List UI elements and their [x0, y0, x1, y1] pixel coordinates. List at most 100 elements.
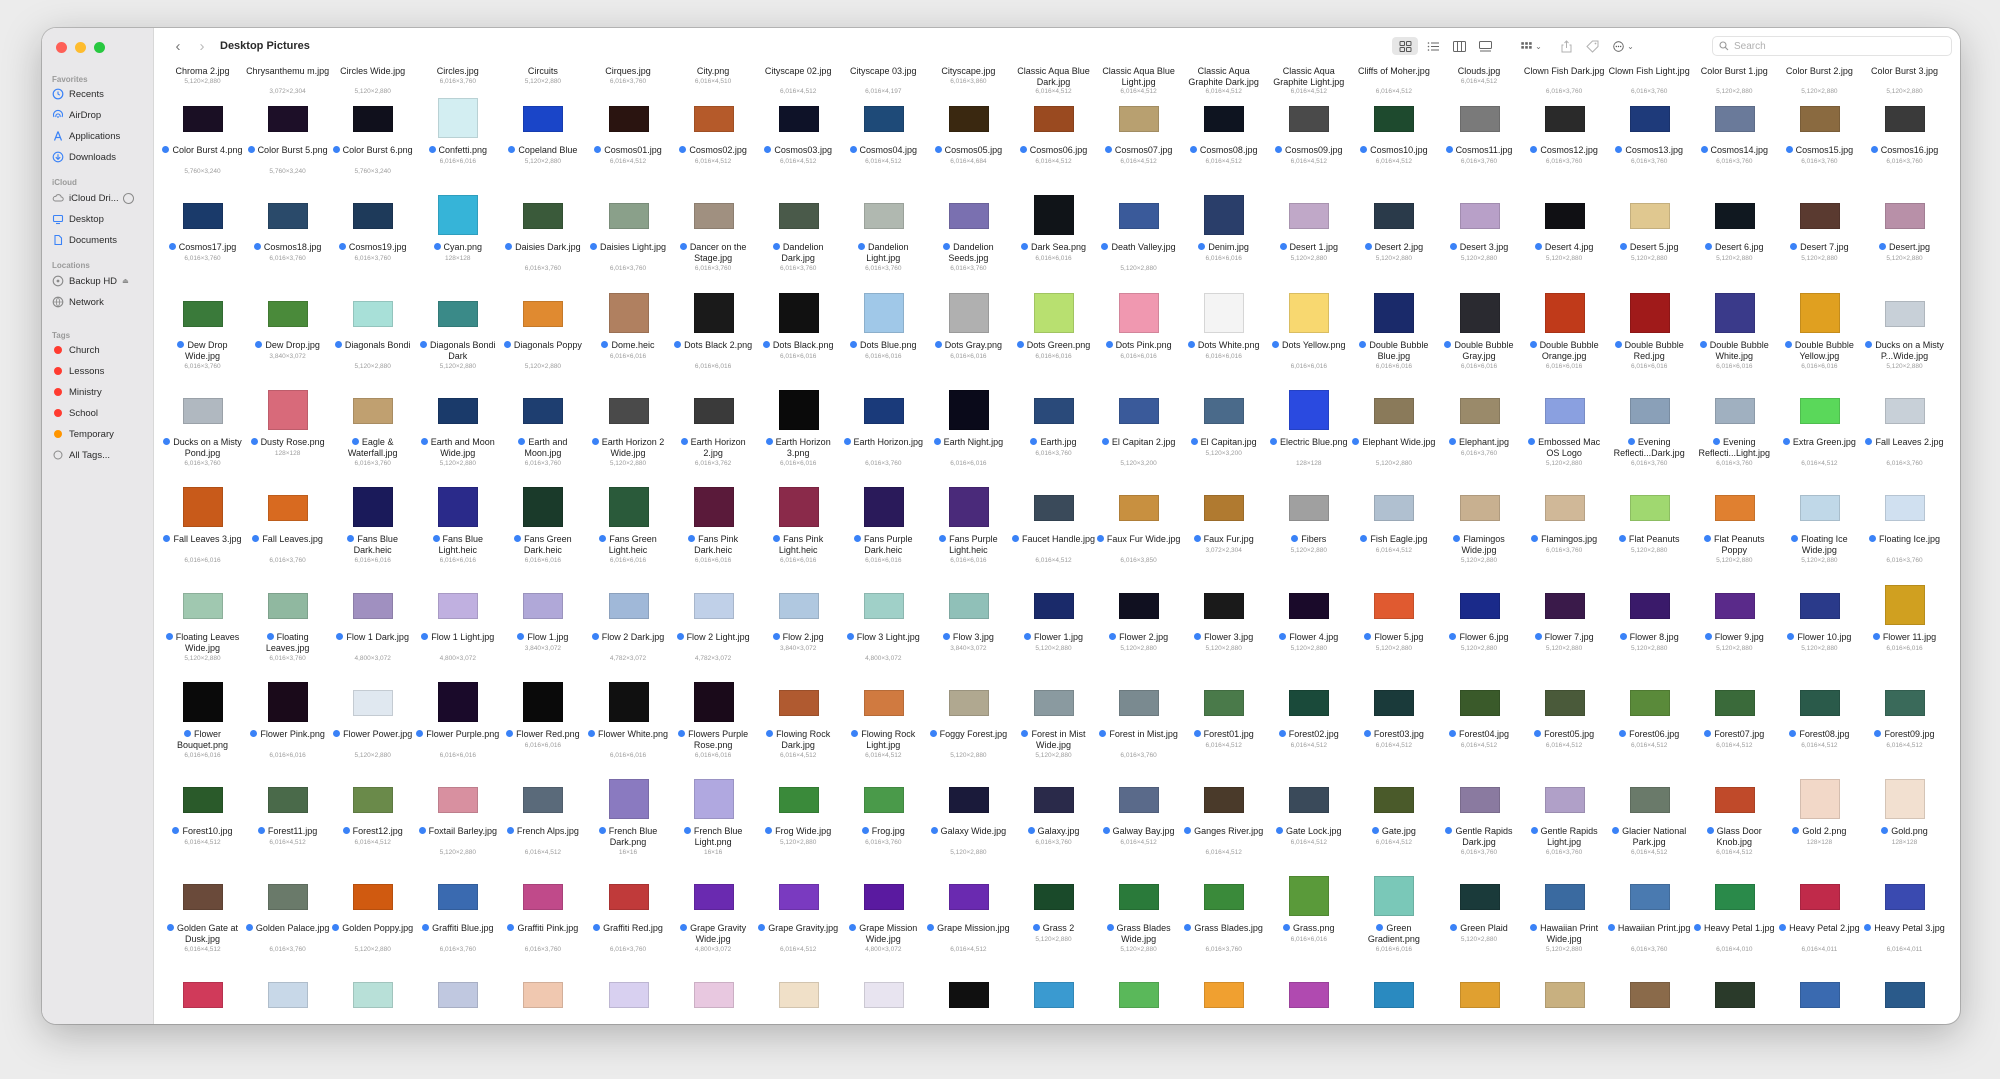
- file-item-partial[interactable]: [1522, 974, 1607, 1024]
- file-item[interactable]: Gentle Rapids Dark.jpg 6,016×3,760: [1437, 779, 1522, 876]
- image-thumbnail[interactable]: [1034, 689, 1074, 716]
- file-item[interactable]: Flower 6.jpg 5,120×2,880: [1437, 585, 1522, 682]
- image-thumbnail[interactable]: [1799, 689, 1840, 716]
- image-thumbnail[interactable]: [1374, 292, 1415, 333]
- file-item[interactable]: Dots White.png 6,016×6,016: [1181, 292, 1266, 390]
- file-item[interactable]: Foxtail Barley.jpg 5,120×2,880: [415, 779, 500, 876]
- file-item[interactable]: Cyan.png 128×128: [415, 195, 500, 292]
- file-item[interactable]: Earth and Moon Wide.jpg 5,120×2,880: [415, 390, 500, 487]
- file-item-partial[interactable]: [1777, 974, 1862, 1024]
- image-thumbnail[interactable]: [778, 292, 819, 333]
- file-item[interactable]: Desert 3.jpg 5,120×2,880: [1437, 195, 1522, 292]
- image-thumbnail[interactable]: [948, 389, 989, 430]
- image-thumbnail[interactable]: [1885, 689, 1925, 716]
- file-item[interactable]: Desert 1.jpg 5,120×2,880: [1266, 195, 1351, 292]
- image-thumbnail[interactable]: [948, 106, 989, 132]
- file-item[interactable]: Grape Mission Wide.jpg 4,800×3,072: [841, 876, 926, 973]
- file-item[interactable]: Chroma 2.jpg 5,120×2,880: [160, 66, 245, 96]
- close-window-button[interactable]: [56, 42, 67, 53]
- image-thumbnail[interactable]: [1119, 106, 1160, 132]
- file-item[interactable]: Forest09.jpg 6,016×4,512: [1862, 682, 1947, 779]
- file-item[interactable]: Evening Reflecti...Dark.jpg 6,016×3,760: [1607, 390, 1692, 487]
- file-item[interactable]: Golden Gate at Dusk.jpg 6,016×4,512: [160, 876, 245, 973]
- file-item[interactable]: Cosmos01.jpg 6,016×4,512: [586, 98, 671, 195]
- image-thumbnail[interactable]: [1289, 787, 1330, 814]
- file-item[interactable]: Desert.jpg 5,120×2,880: [1862, 195, 1947, 292]
- image-thumbnail[interactable]: [523, 487, 564, 528]
- image-thumbnail[interactable]: [1799, 495, 1840, 522]
- file-item[interactable]: Fans Pink Dark.heic 6,016×6,016: [671, 487, 756, 584]
- image-thumbnail[interactable]: [1119, 292, 1160, 333]
- file-item[interactable]: Galaxy Wide.jpg 5,120×2,880: [926, 779, 1011, 876]
- image-thumbnail[interactable]: [948, 592, 989, 619]
- image-thumbnail[interactable]: [1799, 779, 1840, 820]
- image-thumbnail[interactable]: [353, 981, 394, 1008]
- image-thumbnail[interactable]: [353, 592, 394, 619]
- file-item[interactable]: Galaxy.jpg 6,016×3,760: [1011, 779, 1096, 876]
- image-thumbnail[interactable]: [1885, 397, 1925, 424]
- file-item[interactable]: Golden Poppy.jpg 5,120×2,880: [330, 876, 415, 973]
- image-thumbnail[interactable]: [523, 203, 564, 230]
- file-item[interactable]: Cosmos02.jpg 6,016×4,512: [671, 98, 756, 195]
- file-item[interactable]: Galway Bay.jpg 6,016×4,512: [1096, 779, 1181, 876]
- file-item[interactable]: Faucet Handle.jpg 6,016×4,512: [1011, 487, 1096, 584]
- image-thumbnail[interactable]: [1885, 495, 1925, 522]
- image-thumbnail[interactable]: [1204, 292, 1245, 333]
- image-thumbnail[interactable]: [693, 592, 734, 619]
- image-thumbnail[interactable]: [1885, 300, 1925, 327]
- image-thumbnail[interactable]: [948, 981, 989, 1008]
- image-thumbnail[interactable]: [1714, 689, 1755, 716]
- file-item[interactable]: Dots Gray.png 6,016×6,016: [926, 292, 1011, 390]
- file-item[interactable]: Flower 2.jpg 5,120×2,880: [1096, 585, 1181, 682]
- image-thumbnail[interactable]: [1119, 397, 1160, 424]
- image-thumbnail[interactable]: [778, 592, 819, 619]
- file-item[interactable]: Grape Gravity Wide.jpg 4,800×3,072: [671, 876, 756, 973]
- file-item[interactable]: Forest07.jpg 6,016×4,512: [1692, 682, 1777, 779]
- file-item[interactable]: Dome.heic 6,016×6,016: [586, 292, 671, 390]
- image-thumbnail[interactable]: [438, 300, 479, 327]
- image-thumbnail[interactable]: [523, 106, 564, 132]
- image-thumbnail[interactable]: [1459, 106, 1500, 132]
- file-item[interactable]: Grass 2 5,120×2,880: [1011, 876, 1096, 973]
- file-item[interactable]: Flower Power.jpg 5,120×2,880: [330, 682, 415, 779]
- sidebar-item-airdrop[interactable]: AirDrop: [52, 107, 146, 123]
- image-thumbnail[interactable]: [693, 487, 734, 528]
- file-item-partial[interactable]: [1607, 974, 1692, 1024]
- image-thumbnail[interactable]: [1034, 397, 1074, 424]
- file-item[interactable]: Clown Fish Light.jpg 6,016×3,760: [1607, 66, 1692, 96]
- image-thumbnail[interactable]: [523, 787, 564, 814]
- file-item[interactable]: Desert 4.jpg 5,120×2,880: [1522, 195, 1607, 292]
- file-item-partial[interactable]: [926, 974, 1011, 1024]
- image-thumbnail[interactable]: [1544, 106, 1585, 132]
- back-button[interactable]: ‹: [170, 38, 186, 55]
- image-thumbnail[interactable]: [438, 787, 479, 814]
- image-thumbnail[interactable]: [1119, 884, 1160, 911]
- image-thumbnail[interactable]: [1544, 884, 1585, 911]
- image-thumbnail[interactable]: [438, 195, 479, 236]
- file-item[interactable]: Floating Leaves.jpg 6,016×3,760: [245, 585, 330, 682]
- file-item[interactable]: French Blue Dark.png 16×16: [586, 779, 671, 876]
- file-item[interactable]: City.png 6,016×4,510: [671, 66, 756, 96]
- file-item[interactable]: Extra Green.jpg 6,016×4,512: [1777, 390, 1862, 487]
- image-thumbnail[interactable]: [1289, 495, 1330, 522]
- image-thumbnail[interactable]: [523, 397, 564, 424]
- file-item[interactable]: Double Bubble Blue.jpg 6,016×6,016: [1351, 292, 1436, 390]
- file-item[interactable]: Fall Leaves 2.jpg 6,016×3,760: [1862, 390, 1947, 487]
- file-item-partial[interactable]: [756, 974, 841, 1024]
- file-item[interactable]: Dandelion Seeds.jpg 6,016×3,760: [926, 195, 1011, 292]
- image-thumbnail[interactable]: [948, 787, 989, 814]
- forward-button[interactable]: ›: [194, 38, 210, 55]
- file-item[interactable]: Gold.png 128×128: [1862, 779, 1947, 876]
- file-item[interactable]: Flowing Rock Dark.jpg 6,016×4,512: [756, 682, 841, 779]
- file-item[interactable]: Cosmos14.jpg 6,016×3,760: [1692, 98, 1777, 195]
- file-item[interactable]: Color Burst 1.jpg 5,120×2,880: [1692, 66, 1777, 96]
- file-item[interactable]: Ducks on a Misty Pond.jpg 6,016×3,760: [160, 390, 245, 487]
- file-item[interactable]: Cosmos05.jpg 6,016×4,684: [926, 98, 1011, 195]
- file-item-partial[interactable]: [1692, 974, 1777, 1024]
- image-thumbnail[interactable]: [523, 981, 564, 1008]
- file-item-partial[interactable]: [1011, 974, 1096, 1024]
- image-thumbnail[interactable]: [863, 981, 904, 1008]
- file-item[interactable]: Color Burst 4.png 5,760×3,240: [160, 98, 245, 195]
- file-item[interactable]: Classic Aqua Graphite Light.jpg 6,016×4,5…: [1266, 66, 1351, 96]
- sidebar-item-recents[interactable]: Recents: [52, 86, 146, 102]
